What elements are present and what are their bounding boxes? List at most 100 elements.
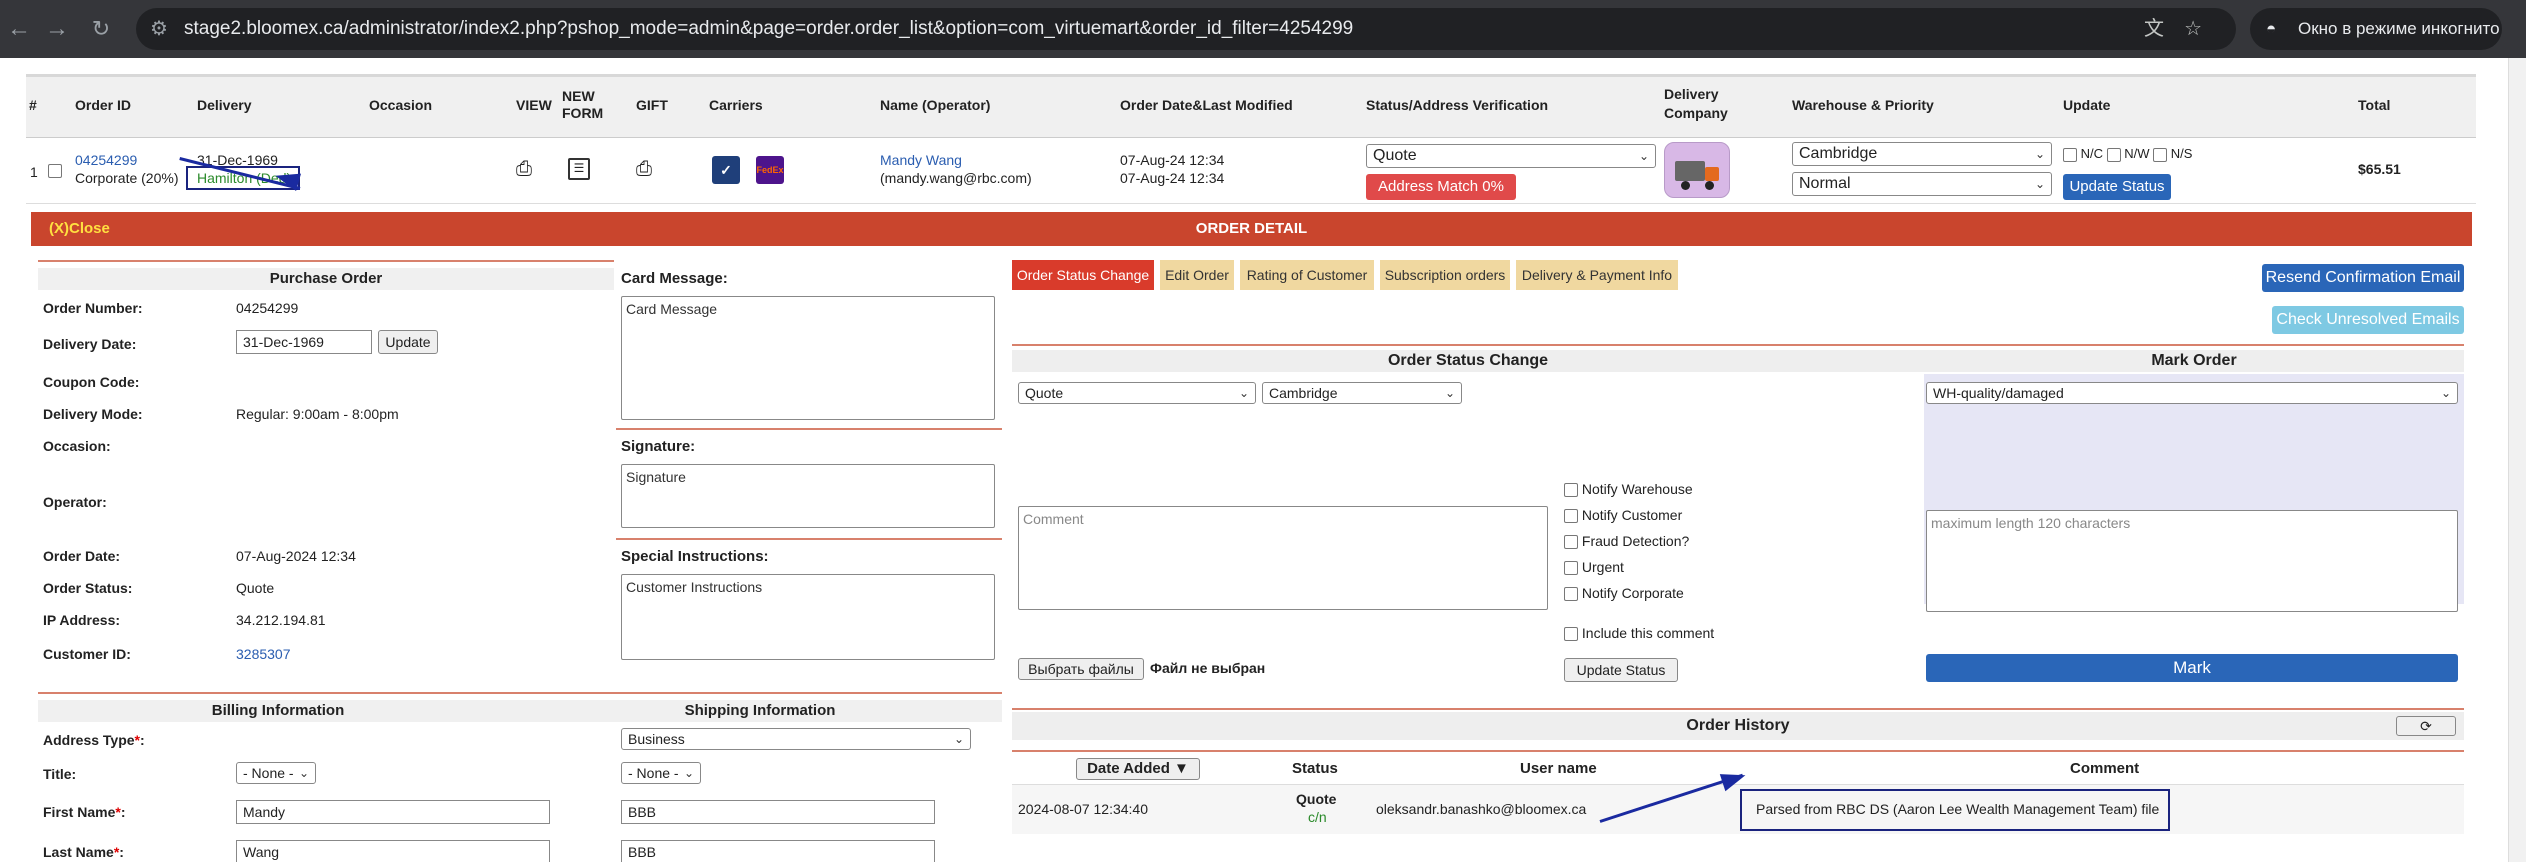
billing-last-name-input[interactable]: Wang: [236, 840, 550, 862]
chevron-down-icon: ⌄: [683, 766, 694, 780]
status-comment-textarea[interactable]: Comment: [1018, 506, 1548, 610]
chevron-down-icon: ⌄: [2034, 177, 2045, 191]
refresh-history-icon[interactable]: ⟳: [2396, 716, 2456, 736]
update-status-button[interactable]: Update Status: [2063, 174, 2171, 200]
order-status-label: Order Status:: [43, 580, 133, 596]
shipping-last-name-input[interactable]: BBB: [621, 840, 935, 862]
page-content: # Order ID Delivery Occasion VIEW NEW FO…: [0, 58, 2508, 862]
status-change-select[interactable]: Quote ⌄: [1018, 382, 1256, 404]
row-select-checkbox[interactable]: [48, 164, 62, 178]
order-id-link[interactable]: 04254299: [75, 151, 137, 169]
carrier-logo-icon[interactable]: ✓: [712, 156, 740, 184]
occasion-label: Occasion:: [43, 438, 111, 454]
gift-print-icon[interactable]: ⎙: [636, 159, 652, 179]
address-bar[interactable]: ⚙ stage2.bloomex.ca/administrator/index2…: [136, 8, 2236, 50]
bookmark-star-icon[interactable]: ☆: [2184, 8, 2202, 50]
incognito-indicator[interactable]: ◓ Окно в режиме инкогнито: [2250, 8, 2502, 50]
warehouse-select[interactable]: Cambridge ⌄: [1792, 142, 2052, 166]
delivery-mode-label: Delivery Mode:: [43, 406, 143, 422]
customer-name-link[interactable]: Mandy Wang: [880, 151, 962, 169]
col-update: Update: [2063, 97, 2111, 113]
delivery-date-input[interactable]: 31-Dec-1969: [236, 330, 372, 354]
signature-label: Signature:: [621, 438, 696, 455]
priority-select[interactable]: Normal ⌄: [1792, 172, 2052, 196]
warehouse-change-select[interactable]: Cambridge ⌄: [1262, 382, 1462, 404]
messages-panel: [616, 260, 1002, 270]
history-col-comment: Comment: [2070, 760, 2140, 777]
reload-icon[interactable]: ↻: [86, 14, 116, 44]
new-form-icon[interactable]: ☰: [568, 158, 590, 180]
mark-button[interactable]: Mark: [1926, 654, 2458, 682]
customer-id-label: Customer ID:: [43, 646, 131, 662]
order-number-value: 04254299: [236, 300, 299, 316]
annotation-highlight-box: [1740, 789, 2170, 831]
check-unresolved-emails-button[interactable]: Check Unresolved Emails: [2272, 306, 2464, 334]
delivery-date-update-button[interactable]: Update: [378, 330, 438, 354]
translate-icon[interactable]: 文: [2144, 8, 2164, 50]
col-total: Total: [2358, 97, 2391, 113]
status-select-value: Quote: [1373, 147, 1417, 164]
sort-date-added[interactable]: Date Added ▼: [1076, 758, 1200, 780]
notify-customer[interactable]: Notify Customer: [1564, 506, 1682, 524]
address-type-select[interactable]: Business ⌄: [621, 728, 971, 750]
forward-icon[interactable]: →: [42, 14, 72, 44]
col-name: Name (Operator): [880, 97, 991, 113]
shipping-first-name-input[interactable]: BBB: [621, 800, 935, 824]
purchase-order-panel: Purchase Order Order Number: 04254299 De…: [38, 260, 614, 720]
order-list-header: # Order ID Delivery Occasion VIEW NEW FO…: [26, 74, 2476, 138]
col-delivery: Delivery: [197, 97, 252, 113]
page-scrollbar[interactable]: [2508, 58, 2526, 862]
address-match-badge[interactable]: Address Match 0%: [1366, 174, 1516, 200]
mark-order-textarea[interactable]: maximum length 120 characters: [1926, 510, 2458, 612]
tab-rating-of-customer[interactable]: Rating of Customer: [1240, 260, 1374, 290]
billing-first-name-input[interactable]: Mandy: [236, 800, 550, 824]
order-detail-title: ORDER DETAIL: [1195, 220, 1308, 237]
mark-order-select[interactable]: WH-quality/damaged ⌄: [1926, 382, 2458, 404]
status-change-title: Order Status Change: [1012, 350, 1924, 372]
billing-title-select[interactable]: - None - ⌄: [236, 762, 316, 784]
choose-files-button[interactable]: Выбрать файлы: [1018, 658, 1144, 680]
notify-warehouse[interactable]: Notify Warehouse: [1564, 480, 1693, 498]
chevron-down-icon: ⌄: [2034, 147, 2045, 161]
resend-confirmation-button[interactable]: Resend Confirmation Email: [2262, 264, 2464, 292]
status-select[interactable]: Quote ⌄: [1366, 144, 1656, 168]
status-change-panel: Order Status Change Mark Order Quote ⌄ Ca…: [1012, 344, 2464, 688]
url-text: stage2.bloomex.ca/administrator/index2.p…: [184, 18, 1354, 39]
fedex-logo-icon[interactable]: FedEx: [756, 156, 784, 184]
nc-checkbox[interactable]: [2063, 147, 2077, 162]
browser-toolbar: ← → ↻ ⚙ stage2.bloomex.ca/administrator/…: [0, 0, 2526, 58]
status-change-update-button[interactable]: Update Status: [1564, 658, 1678, 682]
order-history-title: Order History: [1012, 712, 2464, 740]
order-detail-bar: (X)Close ORDER DETAIL: [31, 212, 2472, 246]
customer-id-link[interactable]: 3285307: [236, 646, 291, 662]
history-status: Quote: [1296, 791, 1337, 807]
print-icon[interactable]: ⎙: [516, 159, 532, 179]
card-message-textarea[interactable]: Card Message: [621, 296, 995, 420]
include-comment[interactable]: Include this comment: [1564, 624, 1714, 642]
tab-order-status-change[interactable]: Order Status Change: [1012, 260, 1154, 290]
tab-edit-order[interactable]: Edit Order: [1160, 260, 1234, 290]
notify-corporate[interactable]: Notify Corporate: [1564, 584, 1684, 602]
urgent[interactable]: Urgent: [1564, 558, 1624, 576]
site-info-icon[interactable]: ⚙: [150, 8, 168, 50]
tab-delivery-payment-info[interactable]: Delivery & Payment Info: [1516, 260, 1678, 290]
ns-checkbox[interactable]: [2153, 147, 2168, 162]
divider: [616, 538, 1002, 540]
billing-shipping-panel: Billing Information Shipping Information…: [38, 692, 1002, 862]
chevron-down-icon: ⌄: [2440, 386, 2451, 400]
tab-subscription-orders[interactable]: Subscription orders: [1380, 260, 1510, 290]
col-delivery-company-1: Delivery: [1664, 86, 1719, 102]
purchase-order-title: Purchase Order: [38, 268, 614, 290]
delivery-truck-icon[interactable]: [1664, 142, 1730, 198]
special-instructions-textarea[interactable]: Customer Instructions: [621, 574, 995, 660]
history-col-status: Status: [1292, 760, 1338, 777]
shipping-title-select[interactable]: - None - ⌄: [621, 762, 701, 784]
fraud-detection[interactable]: Fraud Detection?: [1564, 532, 1689, 550]
chevron-down-icon: ⌄: [298, 766, 309, 780]
nw-checkbox[interactable]: [2106, 147, 2121, 162]
incognito-label: Окно в режиме инкогнито: [2298, 19, 2500, 38]
card-message-label: Card Message:: [621, 270, 728, 287]
signature-textarea[interactable]: Signature: [621, 464, 995, 528]
col-carriers: Carriers: [709, 97, 763, 113]
back-icon[interactable]: ←: [4, 14, 34, 44]
